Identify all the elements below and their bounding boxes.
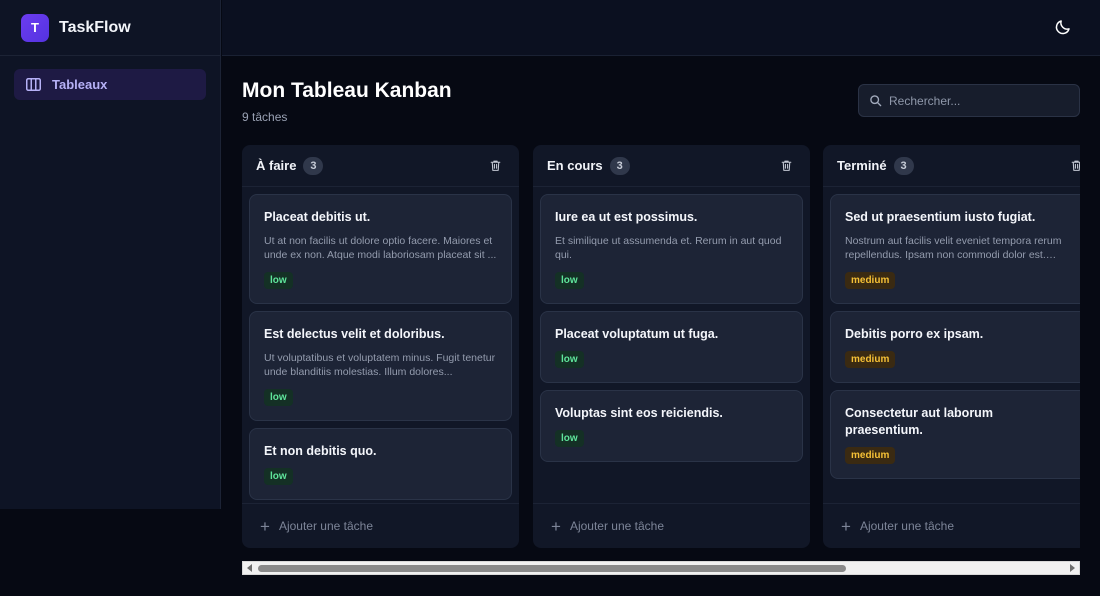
task-card[interactable]: Sed ut praesentium iusto fugiat. Nostrum… [830, 194, 1080, 304]
main-content: Mon Tableau Kanban 9 tâches À faire 3 Pl… [222, 56, 1100, 596]
columns-icon [26, 78, 41, 91]
task-card[interactable]: Voluptas sint eos reiciendis. low [540, 390, 803, 462]
column-count-badge: 3 [303, 156, 324, 175]
sidebar: T TaskFlow Tableaux [0, 0, 221, 509]
scrollbar-thumb[interactable] [258, 565, 846, 572]
column-title: En cours [547, 158, 603, 173]
plus-icon: + [260, 516, 270, 536]
card-title: Et non debitis quo. [264, 444, 377, 458]
priority-badge: medium [845, 351, 896, 368]
kanban-column-done: Terminé 3 Sed ut praesentium iusto fugia… [823, 145, 1080, 548]
task-card[interactable]: Est delectus velit et doloribus. Ut volu… [249, 311, 512, 421]
search-icon [870, 95, 882, 107]
column-title: À faire [256, 158, 297, 173]
plus-icon: + [551, 516, 561, 536]
topbar [222, 0, 1100, 56]
card-title: Voluptas sint eos reiciendis. [555, 406, 723, 420]
card-title: Placeat debitis ut. [264, 210, 371, 224]
priority-badge: low [264, 272, 293, 289]
card-list: Iure ea ut est possimus. Et similique ut… [533, 187, 810, 462]
moon-icon [1055, 20, 1070, 35]
card-description: Nostrum aut facilis velit eveniet tempor… [845, 235, 1062, 261]
card-title: Sed ut praesentium iusto fugiat. [845, 210, 1036, 224]
kanban-column-in-progress: En cours 3 Iure ea ut est possimus. Et s… [533, 145, 810, 548]
search-input[interactable] [889, 93, 1059, 108]
priority-badge: low [555, 430, 584, 447]
task-count: 9 tâches [242, 110, 288, 124]
add-task-button[interactable]: + Ajouter une tâche [242, 503, 519, 548]
sidebar-nav: Tableaux [0, 56, 220, 113]
task-card[interactable]: Consectetur aut laborum praesentium. med… [830, 390, 1080, 479]
column-title: Terminé [837, 158, 887, 173]
card-list: Placeat debitis ut. Ut at non facilis ut… [242, 187, 519, 500]
brand: T TaskFlow [0, 0, 220, 56]
column-header: Terminé 3 [823, 145, 1080, 187]
card-description: Et similique ut assumenda et. Rerum in a… [555, 235, 782, 261]
card-description: Ut voluptatibus et voluptatem minus. Fug… [264, 352, 496, 378]
page-title: Mon Tableau Kanban [242, 79, 452, 102]
kanban-column-todo: À faire 3 Placeat debitis ut. Ut at non … [242, 145, 519, 548]
task-card[interactable]: Et non debitis quo. low [249, 428, 512, 500]
card-list: Sed ut praesentium iusto fugiat. Nostrum… [823, 187, 1080, 479]
column-header: À faire 3 [242, 145, 519, 187]
trash-icon[interactable] [489, 159, 502, 172]
scroll-left-arrow-icon[interactable] [247, 564, 252, 572]
task-card[interactable]: Iure ea ut est possimus. Et similique ut… [540, 194, 803, 304]
column-header: En cours 3 [533, 145, 810, 187]
app-name: TaskFlow [59, 18, 131, 36]
search-box[interactable] [858, 84, 1080, 117]
scroll-right-arrow-icon[interactable] [1070, 564, 1075, 572]
trash-icon[interactable] [780, 159, 793, 172]
column-count-badge: 3 [893, 156, 914, 175]
theme-toggle-button[interactable] [1054, 18, 1074, 38]
priority-badge: medium [845, 447, 896, 464]
kanban-board: À faire 3 Placeat debitis ut. Ut at non … [242, 145, 1080, 548]
add-task-label: Ajouter une tâche [569, 519, 665, 533]
priority-badge: low [264, 389, 293, 406]
card-description: Ut at non facilis ut dolore optio facere… [264, 235, 497, 261]
card-title: Iure ea ut est possimus. [555, 210, 698, 224]
horizontal-scrollbar[interactable] [242, 561, 1080, 575]
task-card[interactable]: Placeat voluptatum ut fuga. low [540, 311, 803, 383]
priority-badge: low [555, 351, 584, 368]
add-task-label: Ajouter une tâche [278, 519, 374, 533]
priority-badge: medium [845, 272, 896, 289]
sidebar-item-tableaux[interactable]: Tableaux [14, 69, 206, 100]
task-card[interactable]: Debitis porro ex ipsam. medium [830, 311, 1080, 383]
add-task-button[interactable]: + Ajouter une tâche [823, 503, 1080, 548]
card-title: Est delectus velit et doloribus. [264, 327, 445, 341]
priority-badge: low [555, 272, 584, 289]
sidebar-item-label: Tableaux [52, 77, 108, 92]
card-title: Debitis porro ex ipsam. [845, 327, 984, 341]
add-task-button[interactable]: + Ajouter une tâche [533, 503, 810, 548]
task-card[interactable]: Placeat debitis ut. Ut at non facilis ut… [249, 194, 512, 304]
app-logo[interactable]: T [21, 13, 49, 42]
card-title: Consectetur aut laborum praesentium. [845, 406, 993, 437]
priority-badge: low [264, 468, 293, 485]
column-count-badge: 3 [609, 156, 630, 175]
trash-icon[interactable] [1070, 159, 1080, 172]
add-task-label: Ajouter une tâche [859, 519, 955, 533]
plus-icon: + [841, 516, 851, 536]
card-title: Placeat voluptatum ut fuga. [555, 327, 719, 341]
